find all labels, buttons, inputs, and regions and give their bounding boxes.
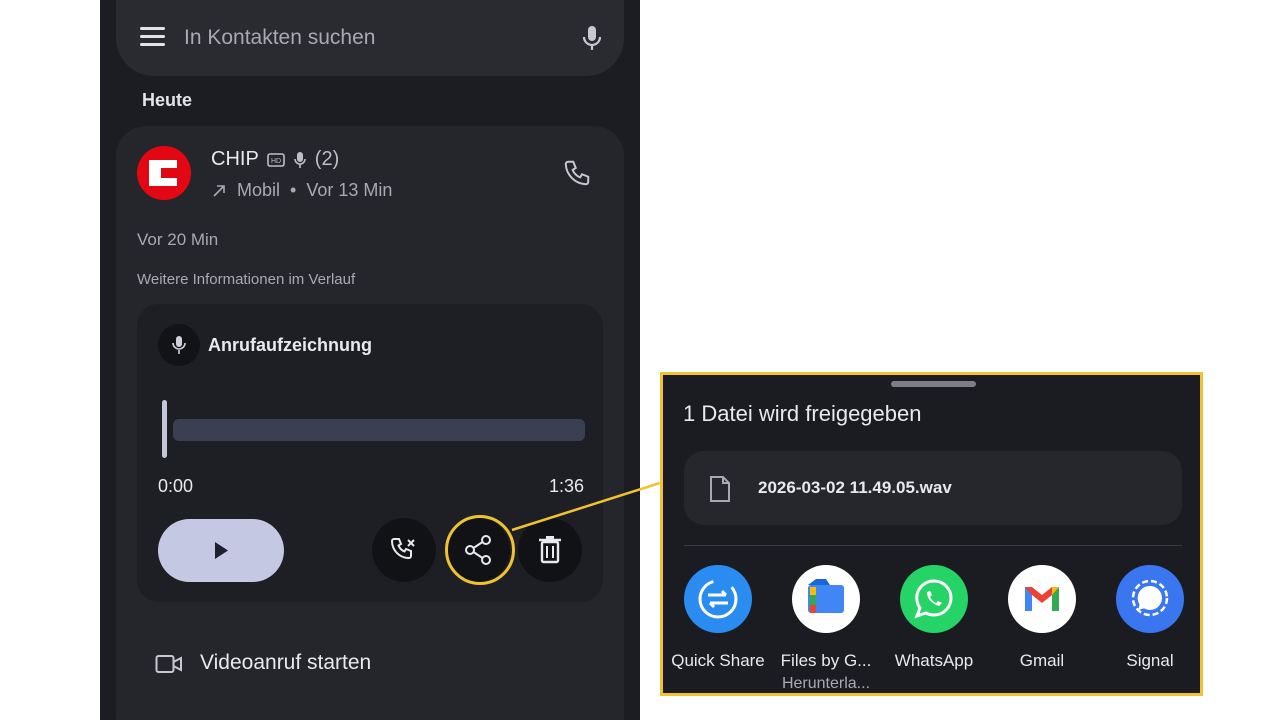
app-subtitle: Herunterla... (781, 675, 871, 692)
phone-call-icon[interactable] (562, 158, 592, 188)
app-name: Quick Share (671, 651, 765, 670)
call-count: (2) (314, 148, 340, 170)
svg-text:HD: HD (271, 158, 281, 165)
trash-icon (539, 536, 561, 564)
app-name: Gmail (1019, 651, 1065, 670)
share-sheet-title: 1 Datei wird freigegeben (683, 401, 922, 426)
app-name: Signal (1126, 651, 1174, 670)
recording-title: Anrufaufzeichnung (208, 335, 372, 355)
next-option-row (137, 700, 603, 720)
files-by-google-icon (792, 565, 860, 633)
current-time: 0:00 (158, 476, 194, 496)
app-name: Files by G... (780, 651, 872, 670)
share-sheet: 1 Datei wird freigegeben 2026-03-02 11.4… (660, 372, 1203, 696)
app-gmail[interactable]: Gmail (988, 565, 1096, 671)
microphone-icon[interactable] (580, 24, 604, 52)
app-files-by-google[interactable]: Files by G... Herunterla... (772, 565, 880, 693)
drag-handle[interactable] (891, 381, 976, 387)
playhead-handle[interactable] (162, 400, 167, 458)
phone-callback-icon (390, 538, 415, 560)
history-info-link[interactable]: Weitere Informationen im Verlauf (137, 271, 355, 288)
call-time: Vor 20 Min (137, 230, 219, 249)
file-preview: 2026-03-02 11.49.05.wav (684, 451, 1182, 525)
app-whatsapp[interactable]: WhatsApp (880, 565, 988, 671)
divider (684, 545, 1182, 546)
video-call-option[interactable]: Videoanruf starten (137, 629, 603, 699)
search-input[interactable]: In Kontakten suchen (184, 26, 375, 50)
file-icon (710, 476, 730, 502)
recording-icon (158, 324, 200, 366)
play-icon (215, 542, 228, 559)
recording-mic-icon (293, 151, 306, 168)
gmail-icon (1008, 565, 1076, 633)
call-separator: • (290, 180, 297, 200)
call-type: Mobil (237, 180, 281, 200)
phone-screen: In Kontakten suchen Heute CHIP HD (2) Mo… (100, 0, 640, 720)
recording-card: Anrufaufzeichnung 0:00 1:36 (137, 304, 603, 602)
app-quick-share[interactable]: Quick Share (664, 565, 772, 671)
outgoing-arrow-icon (213, 184, 225, 197)
call-relative-time: Vor 13 Min (306, 180, 393, 200)
hd-icon: HD (266, 152, 285, 167)
share-highlight-ring (445, 515, 515, 585)
chip-logo-icon (137, 146, 191, 200)
audio-seek-track[interactable] (173, 419, 585, 441)
search-bar[interactable]: In Kontakten suchen (116, 0, 624, 76)
duration: 1:36 (549, 476, 585, 496)
signal-icon (1116, 565, 1184, 633)
whatsapp-icon (900, 565, 968, 633)
quick-share-icon (684, 565, 752, 633)
contact-name-row: CHIP HD (2) (211, 148, 339, 171)
video-call-label: Videoanruf starten (200, 651, 372, 674)
call-back-button[interactable] (372, 518, 436, 582)
app-name: WhatsApp (894, 651, 974, 670)
call-details: Mobil • Vor 13 Min (211, 180, 392, 201)
play-button[interactable] (158, 519, 284, 582)
app-signal[interactable]: Signal (1096, 565, 1200, 671)
section-label-today: Heute (142, 90, 193, 110)
delete-button[interactable] (518, 518, 582, 582)
avatar[interactable] (137, 146, 191, 200)
file-name: 2026-03-02 11.49.05.wav (758, 478, 952, 497)
menu-icon[interactable] (140, 27, 166, 49)
video-camera-icon (155, 655, 182, 673)
contact-name: CHIP (211, 148, 259, 170)
